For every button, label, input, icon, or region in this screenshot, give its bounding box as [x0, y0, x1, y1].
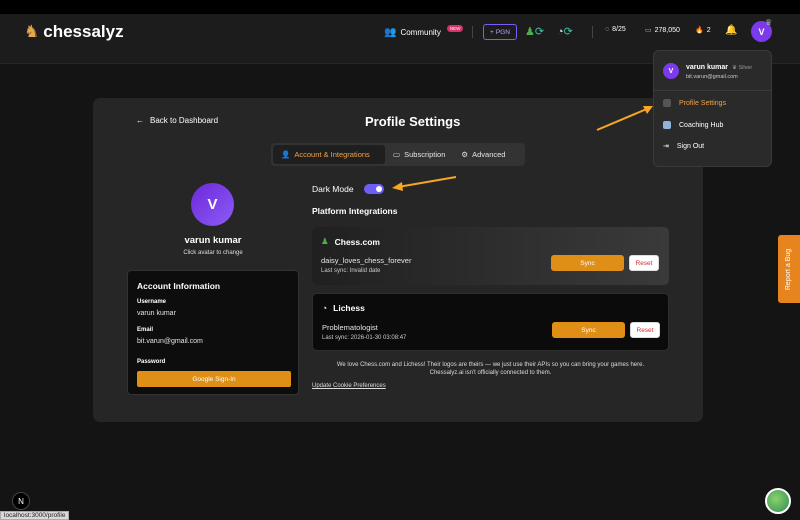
platform-username: Problematologist — [322, 323, 378, 332]
community-link[interactable]: 👥 Community NEW — [384, 22, 464, 42]
progress-ring-icon: ◌ — [605, 26, 610, 33]
lichess-integration: ◔ Lichess Problematologist Last sync: 20… — [312, 293, 669, 351]
plus-icon: + — [490, 28, 494, 36]
pawn-icon: ♟ — [321, 236, 329, 246]
dark-mode-toggle[interactable] — [363, 184, 384, 194]
coin-icon: ▭ — [645, 27, 652, 34]
pgn-label: PGN — [495, 28, 510, 36]
report-bug-label: Report a Bug — [785, 248, 793, 290]
tab-label: Advanced — [472, 150, 506, 159]
menu-divider — [654, 90, 771, 91]
chesscom-sync-icon[interactable]: ♟⟳ — [525, 25, 544, 38]
settings-icon — [663, 99, 671, 107]
tab-account-integrations[interactable]: 👤 Account & Integrations — [273, 145, 385, 164]
gear-icon: ⚙ — [461, 150, 469, 159]
platform-name: Lichess — [333, 303, 365, 313]
disclaimer: We love Chess.com and Lichess! Their log… — [312, 361, 669, 377]
arrow-left-icon: ← — [136, 116, 144, 125]
page-title: Profile Settings — [365, 114, 461, 129]
status-url: localhost:3000/profile — [0, 511, 70, 520]
annotation-arrow-profile — [596, 106, 653, 131]
last-sync: Last sync: 2026-01-30 03:08:47 — [322, 335, 407, 341]
disclaimer-line1: We love Chess.com and Lichess! Their log… — [336, 362, 645, 368]
users-icon: 👥 — [384, 26, 397, 38]
profile-avatar[interactable]: V — [191, 183, 234, 226]
user-icon: 👤 — [281, 150, 291, 159]
menu-user-name: varun kumar — [686, 64, 729, 71]
crown-icon: ♛ — [765, 18, 773, 27]
google-signin-button[interactable]: Google Sign-In — [137, 371, 291, 387]
streak-value: 2 — [706, 26, 711, 34]
platform-username: daisy_loves_chess_forever — [321, 256, 412, 265]
back-label: Back to Dashboard — [150, 116, 219, 125]
card-icon: ▭ — [393, 150, 401, 159]
username-value: varun kumar — [137, 310, 176, 317]
reset-button[interactable]: Reset — [629, 255, 659, 271]
games-count: 8/25 — [612, 26, 626, 33]
coaching-icon — [663, 121, 671, 129]
games-counter: ◌ 8/25 — [605, 26, 626, 33]
coins-value: 278,050 — [654, 26, 680, 34]
menu-avatar: V — [663, 63, 679, 79]
menu-item-label: Sign Out — [676, 142, 705, 150]
tab-label: Subscription — [404, 150, 446, 159]
platform-name: Chess.com — [334, 236, 380, 247]
tier-label: Silver — [738, 64, 753, 71]
annotation-arrow-darkmode — [392, 176, 457, 191]
pgn-button[interactable]: + PGN — [483, 24, 517, 40]
cookie-preferences-link[interactable]: Update Cookie Preferences — [312, 383, 386, 389]
menu-item-sign-out[interactable]: ⇥ Sign Out — [663, 142, 705, 151]
flame-icon: 🔥 — [695, 27, 704, 34]
menu-item-profile-settings[interactable]: Profile Settings — [663, 99, 726, 107]
profile-name: varun kumar — [184, 235, 242, 246]
avatar-hint: Click avatar to change — [183, 250, 243, 256]
chesscom-header: ♟ Chess.com — [321, 236, 380, 247]
next-dev-icon[interactable]: N — [12, 492, 30, 510]
dark-mode-setting: Dark Mode — [312, 184, 384, 194]
tab-subscription[interactable]: ▭ Subscription — [385, 145, 453, 164]
menu-item-coaching-hub[interactable]: Coaching Hub — [663, 121, 723, 129]
assistant-fab-icon[interactable] — [765, 488, 791, 514]
lichess-icon: ◔ — [322, 303, 328, 313]
chesscom-integration: ♟ Chess.com daisy_loves_chess_forever La… — [312, 227, 669, 285]
last-sync: Last sync: Invalid date — [321, 268, 381, 274]
new-badge: NEW — [446, 24, 464, 32]
platform-integrations-title: Platform Integrations — [312, 206, 398, 216]
browser-strip — [0, 0, 800, 14]
account-info-title: Account Information — [137, 281, 221, 291]
community-label: Community — [400, 27, 441, 37]
sync-button[interactable]: Sync — [552, 322, 625, 338]
menu-user: varun kumar ♛ Silver — [686, 64, 752, 71]
password-label: Password — [137, 359, 166, 365]
dark-mode-label: Dark Mode — [312, 184, 354, 194]
reset-button[interactable]: Reset — [630, 322, 660, 338]
tab-label: Account & Integrations — [294, 150, 370, 159]
app-name: chessalyz — [43, 22, 124, 41]
app-logo[interactable]: ♞ chessalyz — [24, 22, 124, 42]
bell-icon[interactable]: 🔔 — [725, 25, 737, 36]
settings-tabs: 👤 Account & Integrations ▭ Subscription … — [271, 143, 525, 166]
streak-counter: 🔥 2 — [695, 26, 711, 35]
back-to-dashboard-link[interactable]: ← Back to Dashboard — [136, 116, 218, 125]
user-dropdown-menu: V varun kumar ♛ Silver bit.varun@gmail.c… — [653, 50, 772, 167]
menu-item-label: Profile Settings — [679, 99, 727, 107]
tier-badge: ♛ Silver — [732, 64, 753, 71]
email-value: bit.varun@gmail.com — [137, 338, 203, 345]
account-info-panel: Account Information Username varun kumar… — [127, 270, 299, 395]
nav-divider — [472, 26, 473, 38]
sync-button[interactable]: Sync — [551, 255, 624, 271]
username-label: Username — [137, 299, 167, 305]
menu-item-label: Coaching Hub — [679, 121, 724, 129]
email-label: Email — [137, 327, 154, 333]
disclaimer-line2: Chessalyz.ai isn't officially connected … — [429, 370, 552, 376]
knight-icon: ♞ — [24, 22, 40, 41]
coins-counter: ▭ 278,050 — [645, 26, 680, 35]
lichess-sync-icon[interactable]: ◔⟳ — [557, 25, 573, 38]
logout-icon: ⇥ — [663, 143, 669, 150]
lichess-header: ◔ Lichess — [322, 303, 365, 313]
menu-email: bit.varun@gmail.com — [686, 74, 738, 80]
report-bug-tab[interactable]: Report a Bug — [778, 235, 800, 303]
nav-divider — [592, 26, 593, 38]
tab-advanced[interactable]: ⚙ Advanced — [453, 145, 513, 164]
